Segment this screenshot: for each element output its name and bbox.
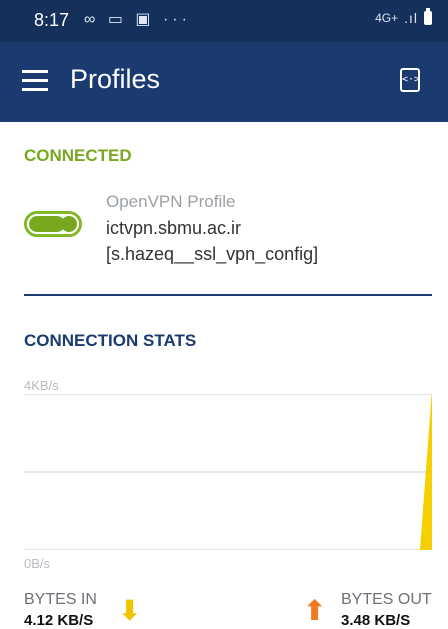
y-max-label: 4KB/s — [24, 378, 59, 393]
connection-stats-chart: 4KB/s 0B/s — [24, 378, 432, 578]
status-bar: 8:17 ∞ ▭ ▣ ··· 4G+ .ıl — [0, 0, 448, 42]
profile-host[interactable]: ictvpn.sbmu.ac.ir — [106, 218, 241, 239]
connection-toggle[interactable] — [24, 211, 82, 237]
system-icons: 4G+ .ıl — [375, 8, 432, 26]
toggle-knob — [61, 216, 77, 232]
connection-status: CONNECTED — [24, 146, 132, 165]
bytes-in-label: BYTES IN — [24, 591, 97, 608]
app-bar: Profiles <·> — [0, 42, 448, 122]
bytes-out-value: 3.48 KB/S — [341, 612, 411, 629]
status-time: 8:17 — [34, 10, 70, 30]
bytes-in-value: 4.12 KB/S — [24, 612, 94, 629]
arrow-up-icon: ⬆ — [303, 595, 327, 626]
bytes-out-label: BYTES OUT — [341, 591, 432, 608]
import-profile-icon[interactable]: <·> — [400, 68, 420, 92]
network-type-icon: 4G+ — [375, 11, 399, 25]
profile-config[interactable]: [s.hazeq__ssl_vpn_config] — [106, 244, 318, 265]
profile-type: OpenVPN Profile — [106, 192, 236, 211]
signal-icon: .ıl — [404, 10, 418, 26]
battery-icon — [424, 8, 432, 25]
notification-icons: ∞ ▭ ▣ ··· — [84, 11, 191, 28]
stats-title: CONNECTION STATS — [24, 331, 197, 350]
chart-svg — [24, 394, 432, 550]
page-title: Profiles — [70, 64, 161, 94]
y-min-label: 0B/s — [24, 556, 51, 571]
section-divider — [24, 294, 432, 296]
toggle-track — [29, 216, 65, 232]
menu-icon[interactable] — [22, 70, 48, 94]
arrow-down-icon: ⬇ — [118, 595, 142, 626]
